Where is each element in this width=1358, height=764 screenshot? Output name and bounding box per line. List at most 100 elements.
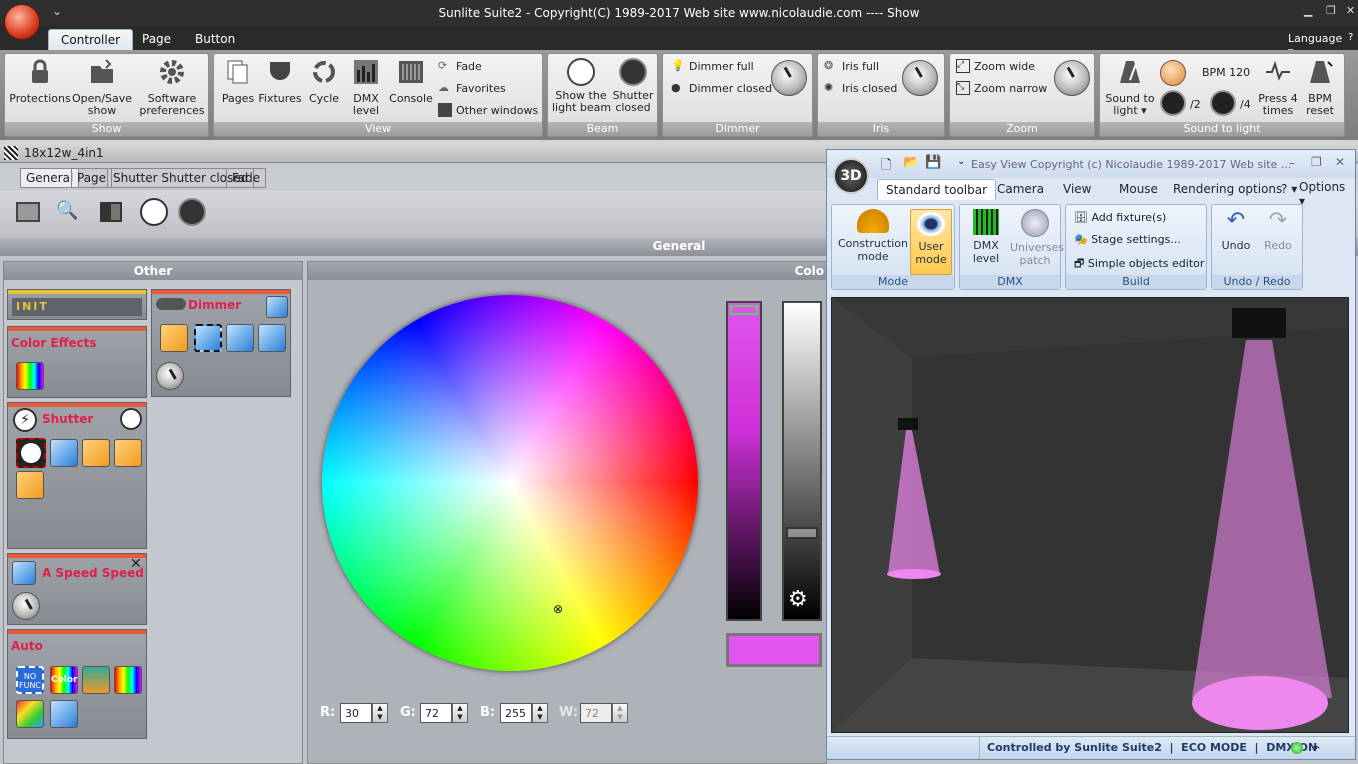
shutter-tile-4[interactable] — [114, 439, 142, 467]
open-save-show-button[interactable]: Open/Save show — [71, 58, 133, 117]
stage-settings-button[interactable]: 🎭 Stage settings... — [1074, 233, 1181, 246]
shutter-closed-button[interactable]: Shutter closed — [610, 58, 656, 114]
layout-icon[interactable] — [100, 202, 122, 222]
r-input[interactable]: 30 — [340, 703, 372, 723]
save-icon[interactable]: 💾 — [925, 155, 941, 170]
close-icon[interactable]: ✕ — [1346, 4, 1355, 17]
color-auto-tile[interactable]: Color — [50, 666, 78, 694]
other-windows-button[interactable]: Other windows — [438, 103, 538, 117]
language-menu[interactable]: Language ▾ — [1276, 29, 1358, 58]
dimmer-closed-button[interactable]: ● Dimmer closed — [671, 81, 772, 95]
tab-view[interactable]: View — [1063, 182, 1091, 196]
auto-tile-5[interactable] — [16, 700, 44, 728]
dimmer-tile-3[interactable] — [226, 324, 254, 352]
console-button[interactable]: Console — [388, 58, 434, 105]
beam-closed-toolbar-icon[interactable] — [178, 198, 206, 226]
white-handle[interactable] — [786, 527, 818, 539]
dmx-level-button[interactable]: DMX level — [346, 58, 386, 117]
shutter-tile-3[interactable] — [82, 439, 110, 467]
easy-view-logo[interactable]: 3D — [833, 158, 869, 194]
minimize-icon[interactable]: – — [1289, 156, 1295, 170]
help-icon[interactable]: ? — [1348, 32, 1353, 43]
protections-button[interactable]: Protections — [9, 58, 71, 105]
beam-open-toolbar-icon[interactable] — [140, 198, 168, 226]
strobe-tile[interactable] — [50, 439, 78, 467]
subtab-page[interactable]: Page — [71, 168, 113, 188]
press-4-times-button[interactable]: Press 4 times — [1258, 58, 1298, 117]
subtab-fade[interactable]: Fade — [226, 168, 267, 188]
tab-mouse[interactable]: Mouse — [1119, 182, 1158, 196]
software-preferences-button[interactable]: Software preferences — [137, 58, 207, 117]
open-folder-icon[interactable]: 📂 — [903, 155, 919, 170]
g-spinner[interactable]: ▲ ▼ — [452, 703, 468, 723]
iris-full-button[interactable]: ❂ Iris full — [824, 59, 879, 73]
shutter-open-tile[interactable] — [16, 438, 46, 468]
simple-objects-editor-button[interactable]: 🗗 Simple objects editor — [1074, 255, 1204, 274]
fade-button[interactable]: ⟳ Fade — [438, 59, 482, 73]
dimmer-knob[interactable] — [771, 60, 807, 96]
quick-access-chevron-icon[interactable]: ⌄ — [52, 4, 62, 18]
cycle-button[interactable]: Cycle — [306, 58, 342, 105]
minimize-icon[interactable]: ▁ — [1304, 4, 1312, 17]
dimmer-tile-2[interactable] — [194, 324, 222, 352]
color-intensity-slider[interactable] — [726, 301, 762, 621]
no-func-tile[interactable]: NO FUNC — [16, 666, 44, 694]
b-input[interactable]: 255 — [500, 703, 532, 723]
zoom-wide-button[interactable]: ⤢ Zoom wide — [956, 59, 1035, 73]
gear-icon[interactable]: ⚙ — [788, 587, 808, 612]
iris-knob[interactable] — [902, 60, 938, 96]
shutter-tile-5[interactable] — [16, 471, 44, 499]
universes-patch-button[interactable]: Universes patch — [1010, 209, 1064, 267]
user-mode-button[interactable]: User mode — [910, 209, 952, 275]
dimmer-full-button[interactable]: 💡 Dimmer full — [671, 59, 754, 73]
r-spinner[interactable]: ▲ ▼ — [372, 703, 388, 723]
screen-icon[interactable] — [16, 202, 40, 222]
close-icon[interactable]: ✕ — [1335, 155, 1345, 169]
tab-controller[interactable]: Controller — [48, 29, 134, 50]
search-icon[interactable]: 🔍 — [56, 200, 78, 221]
fixtures-button[interactable]: Fixtures — [258, 58, 302, 105]
dimmer-mode-icon[interactable] — [266, 296, 288, 318]
app-orb-button[interactable] — [4, 4, 40, 40]
auto-tile-4[interactable] — [114, 666, 142, 694]
options-menu[interactable]: Options ▾ — [1299, 180, 1355, 208]
dimmer-tile-1[interactable] — [160, 324, 188, 352]
dimmer-tile-4[interactable] — [258, 324, 286, 352]
maximize-icon[interactable]: ❐ — [1326, 4, 1336, 17]
color-effects-icon[interactable] — [16, 362, 44, 390]
div4-button[interactable] — [1210, 90, 1236, 116]
quick-access-chevron-icon[interactable]: ⌄ — [957, 156, 965, 167]
tab-rendering-options[interactable]: Rendering options — [1173, 182, 1282, 196]
zoom-narrow-button[interactable]: ⤡ Zoom narrow — [956, 81, 1047, 95]
construction-mode-button[interactable]: Construction mode — [836, 209, 910, 263]
add-fixtures-button[interactable]: 🗄 Add fixture(s) — [1074, 211, 1166, 224]
ev-dmx-level-button[interactable]: DMX level — [964, 209, 1008, 265]
pages-button[interactable]: Pages — [220, 58, 256, 105]
color-picker-cursor-icon[interactable]: ⊗ — [553, 602, 563, 616]
speed-knob[interactable] — [12, 592, 40, 620]
tab-standard-toolbar[interactable]: Standard toolbar — [877, 179, 997, 200]
show-light-beam-button[interactable]: Show the light beam — [552, 58, 611, 114]
tab-button[interactable]: Button — [183, 29, 247, 50]
new-file-icon[interactable]: 🗋 — [881, 156, 891, 178]
plug-icon[interactable]: ⌁ — [1313, 740, 1320, 754]
sound-tile[interactable] — [50, 700, 78, 728]
sound-to-light-button[interactable]: Sound to light ▾ — [1102, 58, 1158, 117]
white-slider[interactable]: ⚙ — [782, 301, 822, 621]
dimmer-panel-knob[interactable] — [156, 362, 184, 390]
g-input[interactable]: 72 — [420, 703, 452, 723]
close-icon[interactable]: ✕ — [130, 556, 142, 572]
b-spinner[interactable]: ▲ ▼ — [532, 703, 548, 723]
redo-button[interactable]: ↷ Redo — [1258, 209, 1298, 253]
auto-tile-3[interactable] — [82, 666, 110, 694]
undo-button[interactable]: ↶ Undo — [1216, 209, 1256, 253]
tab-camera[interactable]: Camera — [997, 182, 1044, 196]
color-wheel[interactable] — [322, 295, 698, 671]
intensity-handle[interactable] — [730, 305, 758, 315]
zoom-knob[interactable] — [1054, 60, 1090, 96]
maximize-icon[interactable]: ❐ — [1311, 155, 1322, 169]
tab-page[interactable]: Page — [130, 29, 183, 50]
help-menu[interactable]: ? ▾ — [1281, 182, 1297, 196]
3d-viewport[interactable] — [831, 297, 1349, 733]
iris-closed-button[interactable]: ✺ Iris closed — [824, 81, 897, 95]
